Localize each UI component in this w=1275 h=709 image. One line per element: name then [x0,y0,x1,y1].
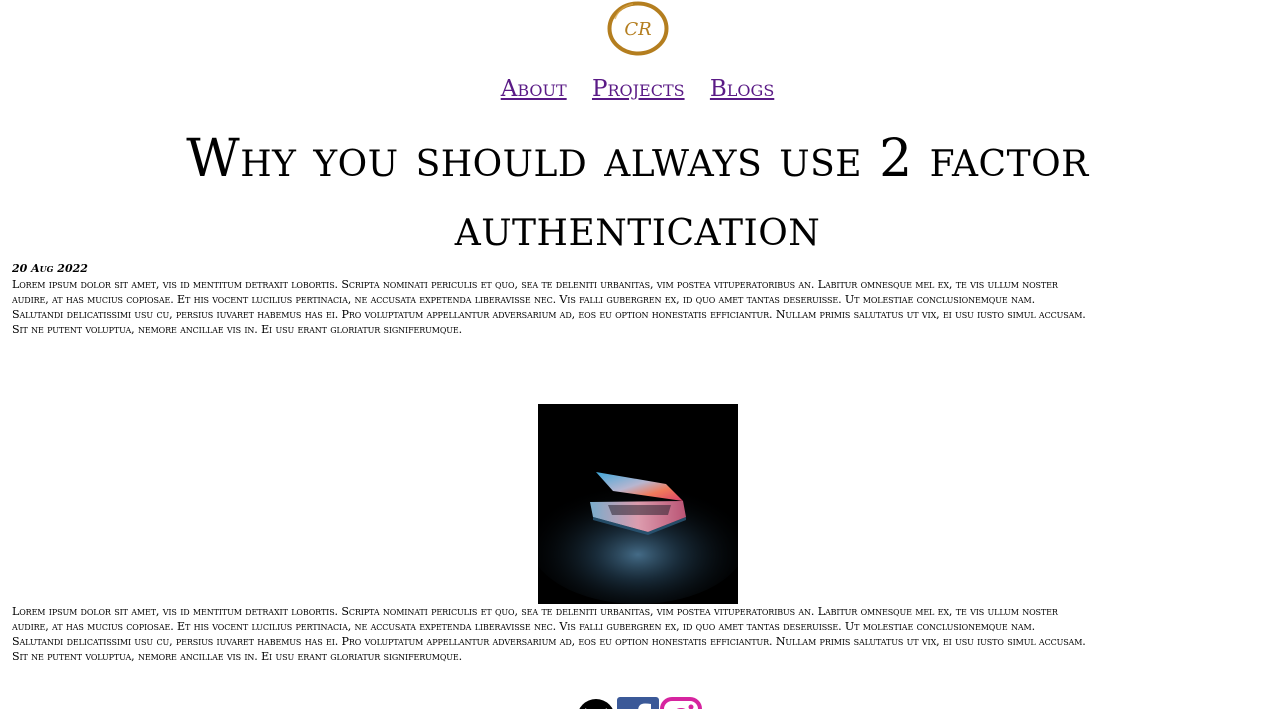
laptop-photo [538,404,738,604]
instagram-icon[interactable] [660,697,702,709]
logo[interactable]: CR [607,1,669,56]
main-nav: About Projects Blogs [0,75,1275,103]
social-links [577,697,703,709]
facebook-icon[interactable] [617,697,659,709]
post-paragraph-2: Lorem ipsum dolor sit amet, vis id menti… [12,605,1086,663]
post-title: Why you should always use 2 factor authe… [186,129,1089,258]
logo-text: CR [624,19,651,40]
post-paragraph-1: Lorem ipsum dolor sit amet, vis id menti… [12,278,1086,336]
email-icon[interactable] [577,697,619,709]
nav-link-about[interactable]: About [501,76,567,102]
post-date: 20 Aug 2022 [12,262,88,275]
nav-link-blogs[interactable]: Blogs [710,76,774,102]
nav-link-projects[interactable]: Projects [592,76,685,102]
